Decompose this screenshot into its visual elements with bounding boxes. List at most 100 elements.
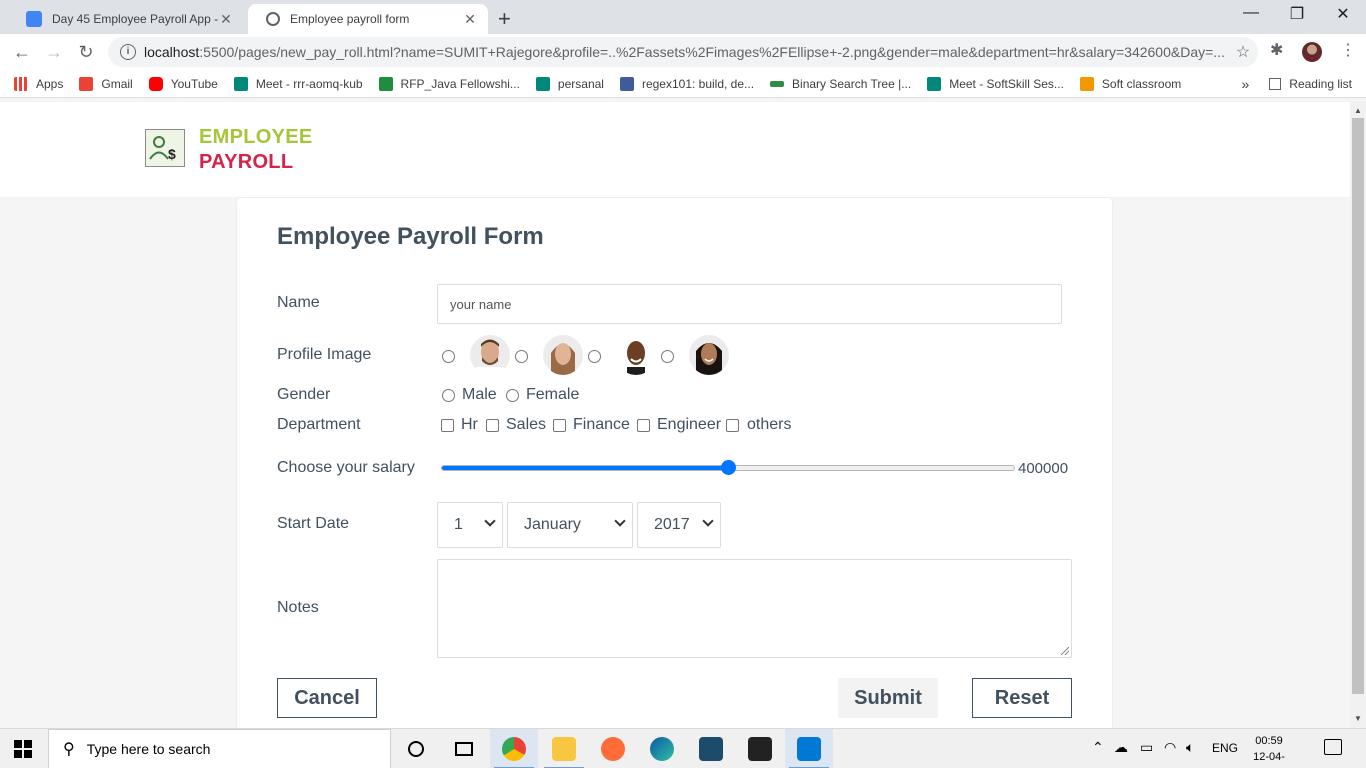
new-tab-button[interactable]: +: [498, 6, 511, 32]
close-tab-icon[interactable]: ✕: [218, 11, 234, 28]
tab-employee-payroll[interactable]: Employee payroll form ✕: [248, 4, 488, 34]
day-select[interactable]: 1: [437, 502, 503, 548]
profile-avatar[interactable]: [1302, 42, 1322, 62]
more-bookmarks-icon[interactable]: »: [1242, 76, 1250, 92]
restore-icon[interactable]: ❐: [1282, 4, 1312, 24]
bookmark-regex101[interactable]: regex101: build, de...: [619, 76, 754, 91]
url-text[interactable]: localhost:5500/pages/new_pay_roll.html?n…: [144, 44, 1228, 60]
month-select-value: January: [524, 516, 581, 533]
salary-value: 400000: [1018, 460, 1069, 477]
tray-chevron-up-icon[interactable]: ⌃: [1092, 739, 1104, 756]
profile-avatar-4: [689, 335, 729, 375]
page-viewport: $ EMPLOYEE PAYROLL Employee Payroll Form…: [0, 102, 1350, 728]
task-view-icon[interactable]: [440, 729, 488, 768]
reading-list-button[interactable]: Reading list: [1289, 77, 1352, 91]
file-explorer-icon[interactable]: [540, 729, 588, 768]
chevron-down-icon: [614, 515, 626, 527]
edge-icon[interactable]: [638, 729, 686, 768]
reset-button[interactable]: Reset: [972, 678, 1072, 718]
name-input[interactable]: [437, 284, 1062, 324]
bookmark-meet-softskill[interactable]: Meet - SoftSkill Ses...: [927, 76, 1064, 91]
menu-kebab-icon[interactable]: ⋮: [1340, 40, 1356, 60]
site-info-icon[interactable]: i: [120, 44, 136, 60]
forward-icon[interactable]: →: [42, 40, 66, 64]
language-indicator[interactable]: ENG: [1212, 741, 1238, 755]
year-select[interactable]: 2017: [637, 502, 721, 548]
gmail-icon: [79, 76, 94, 91]
profile-radio-3[interactable]: [588, 350, 601, 363]
salary-slider-thumb[interactable]: [720, 460, 736, 475]
chrome-taskbar-icon[interactable]: [490, 729, 538, 768]
meet-icon: [535, 76, 550, 91]
dept-sales-checkbox[interactable]: [486, 419, 499, 432]
gender-female-radio[interactable]: [506, 389, 519, 402]
volume-icon[interactable]: 🔈︎: [1186, 739, 1194, 756]
regex-icon: [619, 76, 634, 91]
bookmark-soft-classroom[interactable]: Soft classroom: [1079, 76, 1181, 91]
day-select-value: 1: [454, 516, 463, 533]
windows-start-icon[interactable]: [14, 740, 32, 758]
logo-line2: PAYROLL: [199, 151, 294, 173]
cancel-button[interactable]: Cancel: [277, 678, 377, 718]
wifi-icon[interactable]: ◠: [1164, 739, 1176, 756]
bookmark-meet[interactable]: Meet - rrr-aomq-kub: [233, 76, 363, 91]
month-select[interactable]: January: [507, 502, 633, 548]
dept-others-checkbox[interactable]: [726, 419, 739, 432]
onedrive-icon[interactable]: ☁: [1114, 739, 1128, 756]
search-icon: ⚲: [63, 741, 75, 758]
terminal-icon[interactable]: [736, 729, 784, 768]
bookmark-bst[interactable]: Binary Search Tree |...: [770, 77, 911, 91]
address-bar[interactable]: i localhost:5500/pages/new_pay_roll.html…: [108, 37, 1258, 67]
dept-finance-checkbox[interactable]: [553, 419, 566, 432]
back-icon[interactable]: ←: [10, 40, 34, 64]
tab-day45[interactable]: Day 45 Employee Payroll App - A ✕: [8, 4, 244, 34]
dept-engineer-checkbox[interactable]: [637, 419, 650, 432]
profile-radio-4[interactable]: [661, 350, 674, 363]
mysql-workbench-icon[interactable]: [687, 729, 735, 768]
bookmark-persanal[interactable]: persanal: [535, 76, 604, 91]
taskbar-clock[interactable]: 00:59 12-04-2021: [1244, 733, 1294, 768]
dept-engineer-label: Engineer: [657, 416, 722, 433]
scroll-down-icon[interactable]: ▼: [1354, 714, 1362, 723]
close-window-icon[interactable]: ✕: [1328, 4, 1358, 24]
bookmark-rfp-java[interactable]: RFP_Java Fellowshi...: [378, 76, 520, 91]
profile-radio-1[interactable]: [442, 350, 455, 363]
resize-grip-icon[interactable]: [1061, 647, 1069, 655]
network-adapter-icon[interactable]: ▭: [1140, 739, 1153, 756]
reload-icon[interactable]: ↻: [74, 40, 98, 64]
meet-icon: [233, 76, 248, 91]
notification-center-icon[interactable]: [1324, 739, 1342, 755]
gfg-icon: [770, 80, 785, 87]
profile-radio-2[interactable]: [515, 350, 528, 363]
meet-icon: [927, 76, 942, 91]
gender-male-label: Male: [462, 386, 497, 403]
extensions-icon[interactable]: ✱: [1270, 40, 1283, 60]
profile-avatar-1: [470, 335, 510, 375]
vscode-icon[interactable]: [785, 729, 833, 768]
submit-button[interactable]: Submit: [838, 678, 938, 718]
cortana-icon[interactable]: [392, 729, 440, 768]
bookmark-apps[interactable]: Apps: [14, 76, 63, 91]
postman-icon[interactable]: [589, 729, 637, 768]
chevron-down-icon: [484, 515, 496, 527]
scroll-up-icon[interactable]: ▲: [1354, 106, 1362, 115]
bookmarks-bar: Apps Gmail YouTube Meet - rrr-aomq-kub R…: [0, 70, 1366, 98]
taskbar-search[interactable]: ⚲ Type here to search: [48, 729, 391, 768]
dept-finance-label: Finance: [573, 416, 630, 433]
bookmark-star-icon[interactable]: ☆: [1228, 42, 1258, 62]
scrollbar-thumb[interactable]: [1352, 118, 1364, 694]
close-tab-icon[interactable]: ✕: [462, 11, 478, 28]
bookmark-youtube[interactable]: YouTube: [148, 76, 218, 91]
bookmark-gmail[interactable]: Gmail: [79, 76, 133, 91]
gender-male-radio[interactable]: [442, 389, 455, 402]
page-scrollbar[interactable]: ▲ ▼: [1350, 102, 1366, 728]
dept-hr-checkbox[interactable]: [441, 419, 454, 432]
notes-textarea[interactable]: [437, 559, 1072, 658]
app-header: $ EMPLOYEE PAYROLL: [0, 102, 1350, 197]
taskbar-search-placeholder: Type here to search: [86, 741, 211, 757]
salary-slider-fill: [442, 466, 728, 470]
minimize-icon[interactable]: —: [1236, 4, 1266, 22]
classroom-icon: [1079, 76, 1094, 91]
dept-hr-label: Hr: [461, 416, 478, 433]
clock-time: 00:59: [1255, 735, 1283, 747]
